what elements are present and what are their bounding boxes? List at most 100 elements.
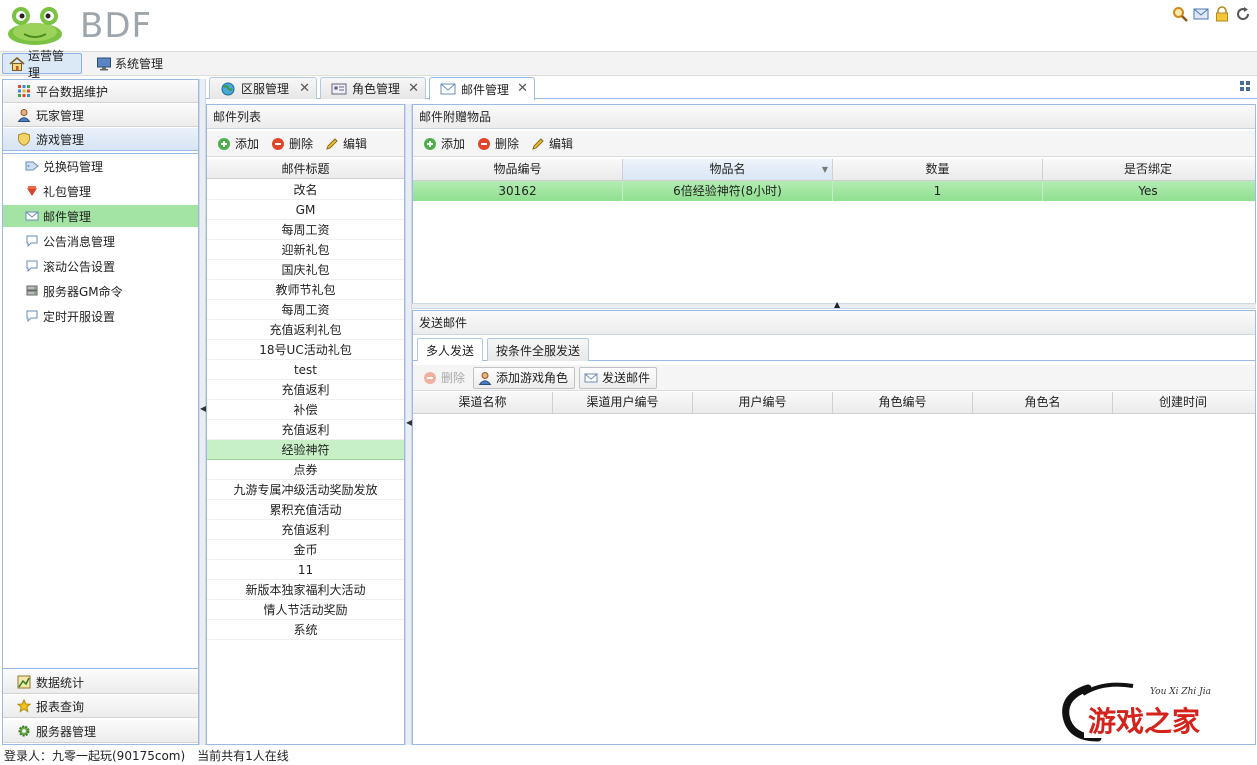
column-header-user-id[interactable]: 用户编号 xyxy=(693,392,833,413)
list-item[interactable]: 每周工资 xyxy=(207,220,404,240)
refresh-icon[interactable] xyxy=(1234,5,1251,22)
list-item[interactable]: 教师节礼包 xyxy=(207,280,404,300)
list-item[interactable]: 18号UC活动礼包 xyxy=(207,340,404,360)
list-item[interactable]: 迎新礼包 xyxy=(207,240,404,260)
add-button[interactable]: 添加 xyxy=(213,133,265,155)
card-icon xyxy=(331,82,347,96)
add-button[interactable]: 添加 xyxy=(419,133,471,155)
nav-label: 数据统计 xyxy=(36,675,85,690)
nav-data-statistics[interactable]: 数据统计 xyxy=(3,671,198,694)
button-label: 编辑 xyxy=(343,137,368,151)
nav-label: 服务器GM命令 xyxy=(43,284,123,299)
column-header-item-name[interactable]: 物品名 ▼ xyxy=(623,159,833,180)
top-menu: 运营管理 系统管理 xyxy=(0,49,1257,80)
edit-button[interactable]: 编辑 xyxy=(321,133,373,155)
column-header-bound[interactable]: 是否绑定 xyxy=(1043,159,1253,180)
mail-icon xyxy=(584,371,598,385)
delete-button[interactable]: 删除 xyxy=(419,367,471,389)
edit-button[interactable]: 编辑 xyxy=(527,133,579,155)
middle-collapse-bar[interactable]: ◀ xyxy=(405,104,412,745)
nav-server-gm-command[interactable]: 服务器GM命令 xyxy=(3,280,198,302)
nav-scroll-announcement[interactable]: 滚动公告设置 xyxy=(3,255,198,277)
nav-label: 滚动公告设置 xyxy=(43,259,116,274)
column-header-role-name[interactable]: 角色名 xyxy=(973,392,1113,413)
tab-zone-management[interactable]: 区服管理 ✕ xyxy=(209,77,317,99)
gear-icon xyxy=(17,724,32,738)
list-item[interactable]: 充值返利礼包 xyxy=(207,320,404,340)
list-item[interactable]: 11 xyxy=(207,560,404,580)
list-item[interactable]: 九游专属冲级活动奖励发放 xyxy=(207,480,404,500)
list-item[interactable]: test xyxy=(207,360,404,380)
topmenu-operations[interactable]: 运营管理 xyxy=(2,49,82,80)
tab-mail-management[interactable]: 邮件管理 ✕ xyxy=(429,77,535,100)
search-icon[interactable] xyxy=(1171,5,1188,22)
column-header-channel-user-id[interactable]: 渠道用户编号 xyxy=(553,392,693,413)
button-label: 删除 xyxy=(441,371,466,385)
list-item[interactable]: 累积充值活动 xyxy=(207,500,404,520)
column-header-role-id[interactable]: 角色编号 xyxy=(833,392,973,413)
nav-game-management[interactable]: 游戏管理 xyxy=(3,128,198,151)
button-label: 添加 xyxy=(235,137,260,151)
chat-icon xyxy=(25,235,39,248)
sort-dropdown-icon[interactable]: ▼ xyxy=(822,159,828,180)
user-icon xyxy=(478,371,492,385)
tab-role-management[interactable]: 角色管理 ✕ xyxy=(320,77,426,99)
send-mail-toolbar: 删除 添加游戏角色 发送邮件 xyxy=(413,365,1255,391)
list-item[interactable]: 补偿 xyxy=(207,400,404,420)
button-label: 添加游戏角色 xyxy=(496,371,569,385)
nav-scheduled-server-open[interactable]: 定时开服设置 xyxy=(3,305,198,327)
tab-menu-icon[interactable] xyxy=(1239,80,1251,92)
button-label: 删除 xyxy=(289,137,314,151)
list-item[interactable]: 国庆礼包 xyxy=(207,260,404,280)
tab-server-wide-send[interactable]: 按条件全服发送 xyxy=(487,338,590,361)
list-item[interactable]: 金币 xyxy=(207,540,404,560)
button-label: 添加 xyxy=(441,137,466,151)
nav-gift-pack[interactable]: 礼包管理 xyxy=(3,180,198,202)
list-item[interactable]: 每周工资 xyxy=(207,300,404,320)
login-user: 登录人：九零一起玩(90175com) xyxy=(4,749,186,763)
tab-multi-send[interactable]: 多人发送 xyxy=(417,338,484,361)
list-item[interactable]: 系统 xyxy=(207,620,404,640)
list-item[interactable]: 新版本独家福利大活动 xyxy=(207,580,404,600)
add-game-role-button[interactable]: 添加游戏角色 xyxy=(473,366,576,389)
delete-button[interactable]: 删除 xyxy=(267,133,319,155)
close-icon[interactable]: ✕ xyxy=(299,81,310,96)
list-item[interactable]: 点券 xyxy=(207,460,404,480)
column-header-quantity[interactable]: 数量 xyxy=(833,159,1043,180)
delete-button[interactable]: 删除 xyxy=(473,133,525,155)
list-item[interactable]: 充值返利 xyxy=(207,520,404,540)
column-header-mail-title[interactable]: 邮件标题 xyxy=(207,159,404,179)
close-icon[interactable]: ✕ xyxy=(408,81,419,96)
mail-icon[interactable] xyxy=(1192,5,1209,22)
nav-player-management[interactable]: 玩家管理 xyxy=(3,104,198,127)
list-item[interactable]: 经验神符 xyxy=(207,440,404,460)
lock-icon[interactable] xyxy=(1213,5,1230,22)
shield-icon xyxy=(17,132,32,147)
column-header-item-id[interactable]: 物品编号 xyxy=(413,159,623,180)
list-item[interactable]: 改名 xyxy=(207,180,404,200)
nav-platform-data[interactable]: 平台数据维护 xyxy=(3,80,198,103)
horizontal-splitter[interactable]: ▲ xyxy=(412,300,1256,309)
left-collapse-bar[interactable]: ◀ xyxy=(199,79,206,745)
tab-label: 角色管理 xyxy=(352,82,401,96)
nav-mail-management[interactable]: 邮件管理 xyxy=(3,205,198,227)
list-item[interactable]: 情人节活动奖励 xyxy=(207,600,404,620)
table-row[interactable]: 30162 6倍经验神符(8小时) 1 Yes xyxy=(413,181,1255,201)
topmenu-label: 系统管理 xyxy=(115,57,164,71)
column-header-created-time[interactable]: 创建时间 xyxy=(1113,392,1253,413)
chat-icon xyxy=(25,310,39,323)
list-item[interactable]: 充值返利 xyxy=(207,380,404,400)
button-label: 发送邮件 xyxy=(602,371,651,385)
list-item[interactable]: GM xyxy=(207,200,404,220)
close-icon[interactable]: ✕ xyxy=(517,81,528,96)
send-mail-button[interactable]: 发送邮件 xyxy=(579,366,658,389)
column-header-channel-name[interactable]: 渠道名称 xyxy=(413,392,553,413)
nav-server-management[interactable]: 服务器管理 xyxy=(3,720,198,743)
topmenu-system[interactable]: 系统管理 xyxy=(90,53,169,74)
nav-announcement-management[interactable]: 公告消息管理 xyxy=(3,230,198,252)
nav-redeem-code[interactable]: 兑换码管理 xyxy=(3,155,198,177)
attachments-panel: 邮件附赠物品 添加 删除 编辑 物品编号 物品名 ▼ 数量 是否绑定 30162… xyxy=(412,104,1256,304)
list-item[interactable]: 充值返利 xyxy=(207,420,404,440)
nav-report-query[interactable]: 报表查询 xyxy=(3,695,198,718)
home-icon xyxy=(9,56,25,71)
